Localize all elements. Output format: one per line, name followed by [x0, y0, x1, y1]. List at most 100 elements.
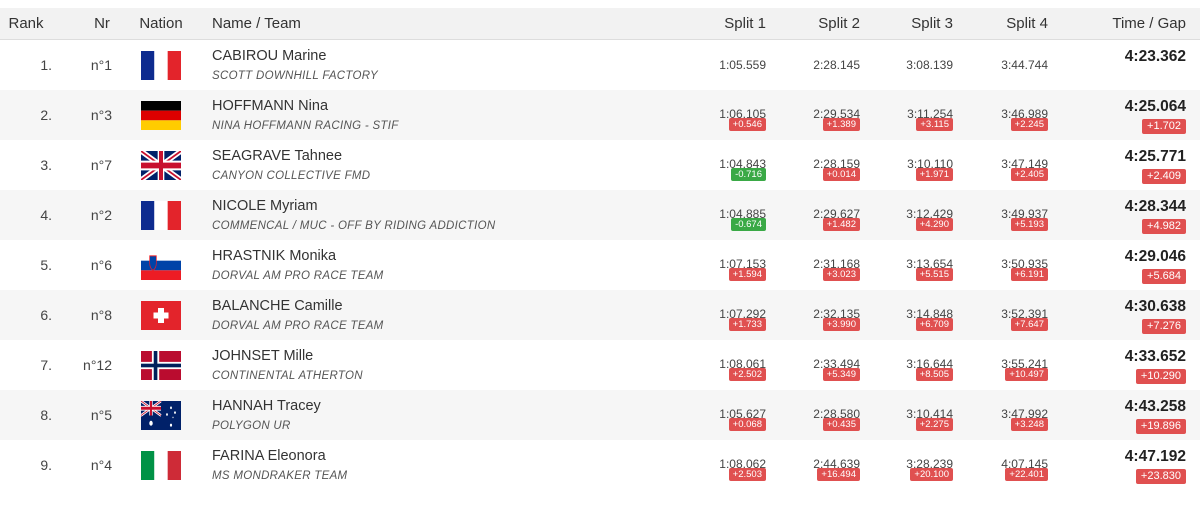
table-row[interactable]: 4. n°2 NICOLE Myriam COMMENCAL / MUC - OF… — [0, 190, 1200, 240]
split-2-cell: 2:29.627 +1.482 — [770, 190, 860, 240]
split-3-cell: 3:28.239 +20.100 — [863, 440, 953, 490]
bib-number-cell: n°5 — [90, 407, 112, 423]
split-gap-badge: +3.248 — [1010, 418, 1048, 431]
table-row[interactable]: 1. n°1 CABIROU Marine SCOTT DOWNHILL FACT… — [0, 40, 1200, 90]
split-time: 2:28.145 — [813, 58, 860, 72]
header-split-2[interactable]: Split 2 — [770, 8, 860, 40]
header-split-3[interactable]: Split 3 — [863, 8, 953, 40]
france-flag-icon — [141, 51, 181, 80]
header-split-4[interactable]: Split 4 — [958, 8, 1048, 40]
team-name: COMMENCAL / MUC - OFF BY RIDING ADDICTIO… — [212, 220, 496, 232]
split-gap-badge: +5.193 — [1010, 218, 1048, 231]
split-1-cell: 1:04.885 -0.674 — [676, 190, 766, 240]
uk-flag-icon — [141, 151, 181, 180]
bib-number-cell: n°6 — [90, 257, 112, 273]
total-time: 4:25.771 — [1124, 148, 1186, 165]
total-gap-badge: +1.702 — [1142, 119, 1186, 134]
table-header: Rank Nr Nation Name / Team Split 1 Split… — [0, 8, 1200, 40]
split-gap-badge: +16.494 — [817, 468, 860, 481]
split-gap-badge: +22.401 — [1005, 468, 1048, 481]
rider-name[interactable]: SEAGRAVE Tahnee — [212, 148, 342, 164]
rank-cell: 5. — [40, 257, 52, 273]
split-gap-badge: +20.100 — [910, 468, 953, 481]
table-row[interactable]: 5. n°6 HRASTNIK Monika DORVAL AM PRO RACE… — [0, 240, 1200, 290]
split-gap-badge: +1.482 — [822, 218, 860, 231]
team-name: CANYON COLLECTIVE FMD — [212, 170, 371, 182]
table-row[interactable]: 7. n°12 JOHNSET Mille CONTINENTAL ATHERTO… — [0, 340, 1200, 390]
split-1-cell: 1:05.559 — [676, 40, 766, 90]
split-4-cell: 3:55.241 +10.497 — [958, 340, 1048, 390]
total-gap-badge: +4.982 — [1142, 219, 1186, 234]
split-gap-badge: +6.709 — [915, 318, 953, 331]
rank-cell: 3. — [40, 157, 52, 173]
rider-name[interactable]: HRASTNIK Monika — [212, 248, 336, 264]
split-2-cell: 2:31.168 +3.023 — [770, 240, 860, 290]
table-row[interactable]: 9. n°4 FARINA Eleonora MS MONDRAKER TEAM … — [0, 440, 1200, 490]
split-2-cell: 2:28.159 +0.014 — [770, 140, 860, 190]
split-1-cell: 1:07.153 +1.594 — [676, 240, 766, 290]
header-time-gap[interactable]: Time / Gap — [1076, 8, 1186, 40]
split-gap-badge: +3.023 — [822, 268, 860, 281]
header-nation[interactable]: Nation — [131, 8, 191, 40]
total-gap-badge: +7.276 — [1142, 319, 1186, 334]
team-name: POLYGON UR — [212, 420, 291, 432]
rank-cell: 6. — [40, 307, 52, 323]
bib-number-cell: n°8 — [90, 307, 112, 323]
rider-name[interactable]: HANNAH Tracey — [212, 398, 321, 414]
split-2-cell: 2:33.494 +5.349 — [770, 340, 860, 390]
split-gap-badge: +1.389 — [822, 118, 860, 131]
total-time: 4:25.064 — [1124, 98, 1186, 115]
total-time: 4:23.362 — [1124, 48, 1186, 65]
rider-name[interactable]: HOFFMANN Nina — [212, 98, 328, 114]
bib-number-cell: n°7 — [90, 157, 112, 173]
team-name: NINA HOFFMANN RACING - STIF — [212, 120, 399, 132]
split-3-cell: 3:16.644 +8.505 — [863, 340, 953, 390]
total-gap-badge: +10.290 — [1135, 369, 1186, 384]
split-gap-badge: +0.068 — [728, 418, 766, 431]
bib-number-cell: n°1 — [90, 57, 112, 73]
bib-number-cell: n°12 — [83, 357, 112, 373]
split-2-cell: 2:28.145 — [770, 40, 860, 90]
rank-cell: 2. — [40, 107, 52, 123]
split-1-cell: 1:08.061 +2.502 — [676, 340, 766, 390]
time-gap-cell: 4:30.638 +7.276 — [1076, 290, 1186, 340]
split-gap-badge: +8.505 — [915, 368, 953, 381]
split-gap-badge: +2.503 — [728, 468, 766, 481]
rider-name[interactable]: BALANCHE Camille — [212, 298, 343, 314]
rider-name[interactable]: CABIROU Marine — [212, 48, 326, 64]
team-name: DORVAL AM PRO RACE TEAM — [212, 270, 384, 282]
split-gap-badge: +1.971 — [915, 168, 953, 181]
table-row[interactable]: 8. n°5 HANNAH Tracey POLYGON UR 1:05.627 … — [0, 390, 1200, 440]
split-4-cell: 3:49.937 +5.193 — [958, 190, 1048, 240]
total-time: 4:28.344 — [1124, 198, 1186, 215]
rider-name[interactable]: JOHNSET Mille — [212, 348, 313, 364]
total-gap-badge: +23.830 — [1135, 469, 1186, 484]
split-gap-badge: +3.115 — [916, 118, 953, 131]
split-time: 3:08.139 — [906, 58, 953, 72]
split-4-cell: 3:47.992 +3.248 — [958, 390, 1048, 440]
split-4-cell: 3:44.744 — [958, 40, 1048, 90]
header-rank[interactable]: Rank — [0, 8, 52, 40]
split-gap-badge: +2.245 — [1010, 118, 1048, 131]
header-nr[interactable]: Nr — [80, 8, 124, 40]
italy-flag-icon — [141, 451, 181, 480]
split-3-cell: 3:08.139 — [863, 40, 953, 90]
header-split-1[interactable]: Split 1 — [676, 8, 766, 40]
split-gap-badge: +2.275 — [915, 418, 953, 431]
total-time: 4:43.258 — [1124, 398, 1186, 415]
time-gap-cell: 4:23.362 — [1076, 40, 1186, 90]
split-3-cell: 3:10.414 +2.275 — [863, 390, 953, 440]
header-name-team[interactable]: Name / Team — [212, 8, 512, 40]
rider-name[interactable]: NICOLE Myriam — [212, 198, 318, 214]
split-2-cell: 2:28.580 +0.435 — [770, 390, 860, 440]
rider-name[interactable]: FARINA Eleonora — [212, 448, 326, 464]
time-gap-cell: 4:25.771 +2.409 — [1076, 140, 1186, 190]
bib-number-cell: n°3 — [90, 107, 112, 123]
split-gap-badge: +10.497 — [1005, 368, 1048, 381]
split-3-cell: 3:13.654 +5.515 — [863, 240, 953, 290]
split-4-cell: 3:47.149 +2.405 — [958, 140, 1048, 190]
table-row[interactable]: 2. n°3 HOFFMANN Nina NINA HOFFMANN RACING… — [0, 90, 1200, 140]
table-row[interactable]: 6. n°8 BALANCHE Camille DORVAL AM PRO RAC… — [0, 290, 1200, 340]
table-row[interactable]: 3. n°7 SEAGRAVE Tahnee CANYON COLLECTIVE … — [0, 140, 1200, 190]
split-gap-badge: +0.014 — [822, 168, 860, 181]
